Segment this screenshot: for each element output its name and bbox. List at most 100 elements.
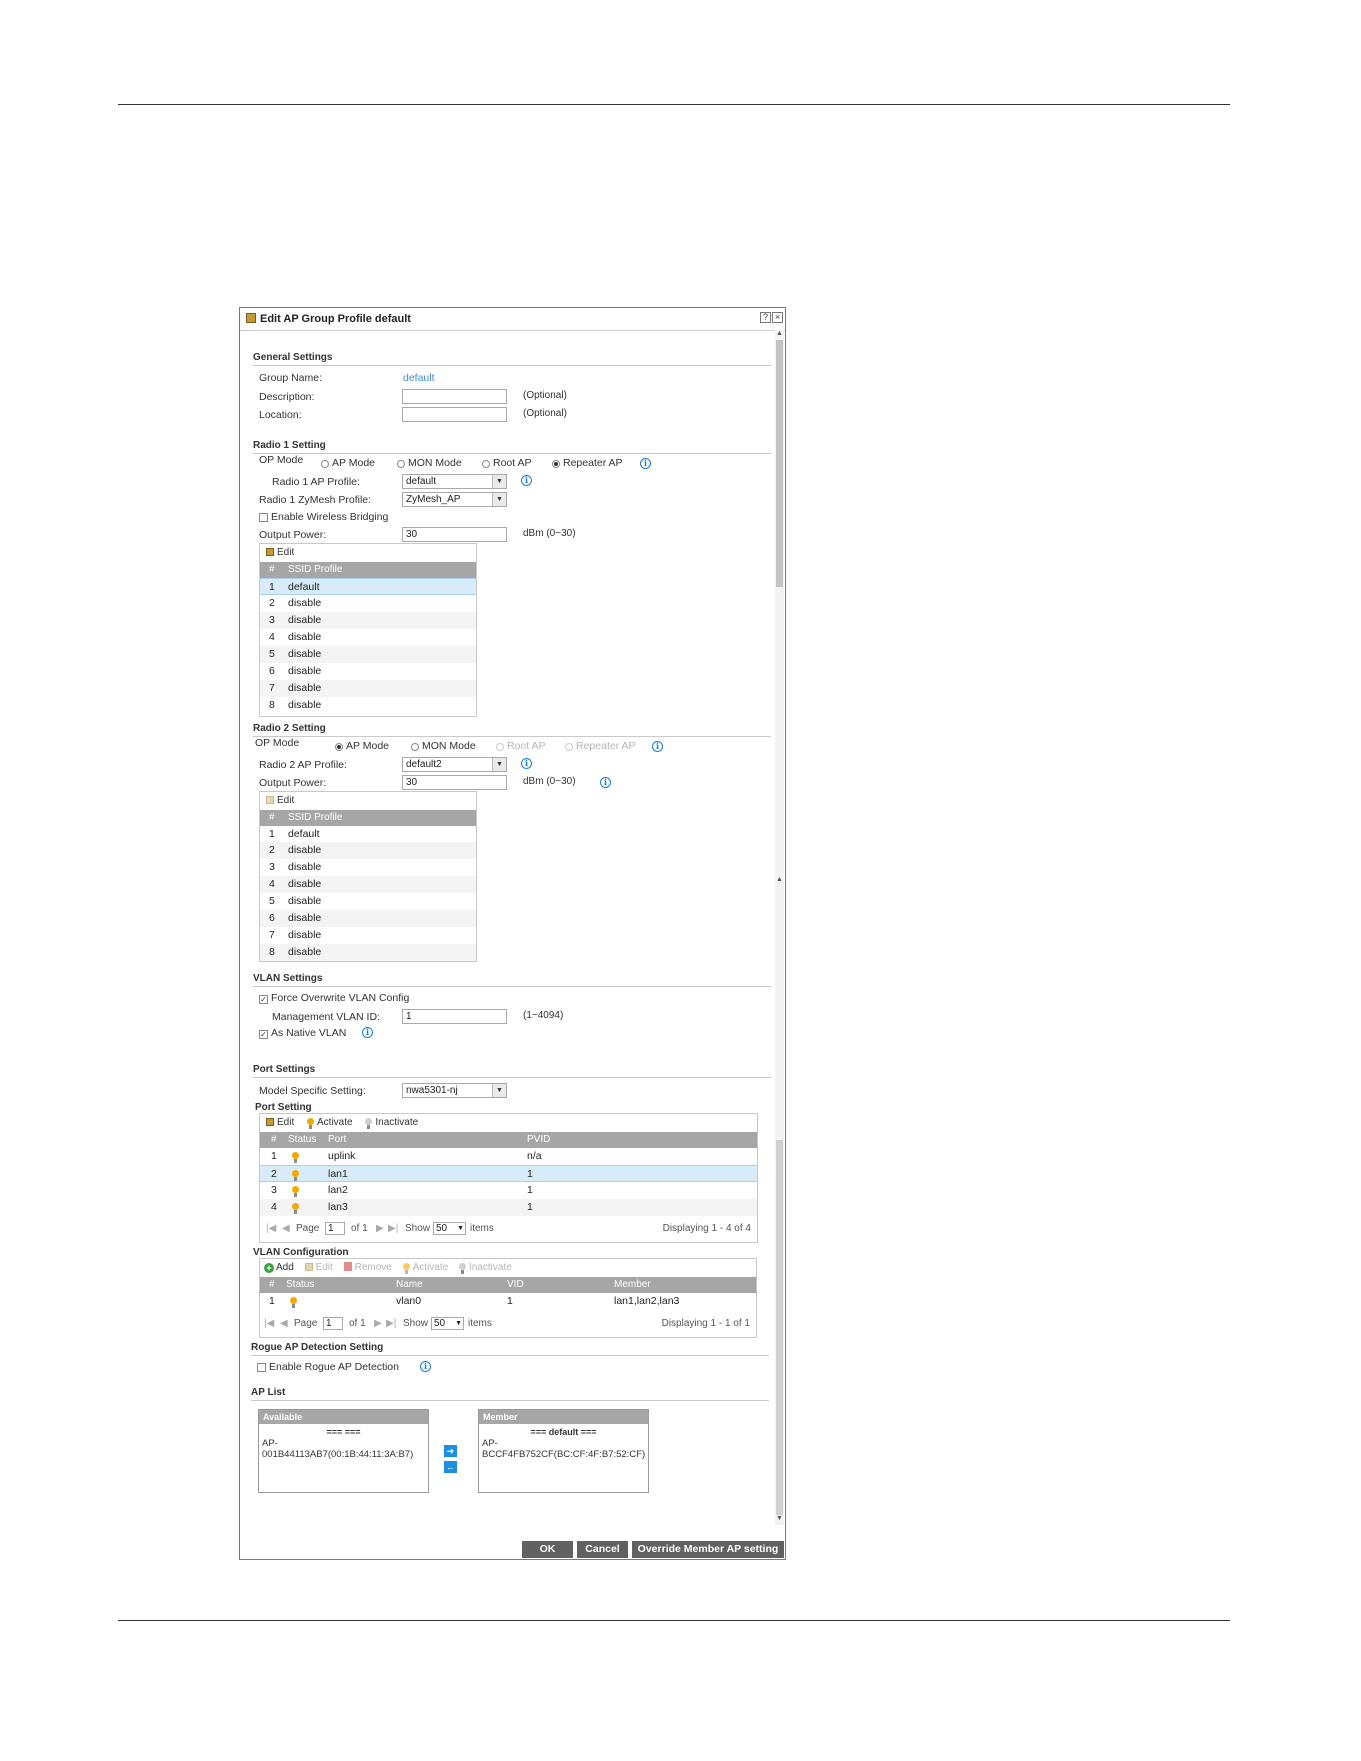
first-page-icon[interactable]: |◀	[264, 1318, 274, 1329]
vlan-inactivate-button[interactable]: Inactivate	[458, 1262, 512, 1274]
radio2-repeater-ap-radio[interactable]	[565, 743, 573, 751]
radio1-ap-mode-radio[interactable]	[321, 460, 329, 468]
radio1-repeater-ap-radio[interactable]	[552, 460, 560, 468]
table-row[interactable]: 5 disable	[260, 646, 476, 663]
page-size-select[interactable]: 50 ▼	[433, 1222, 466, 1235]
radio2-ap-profile-select[interactable]: default2 ▼	[402, 757, 507, 772]
row-num: 2	[271, 1168, 277, 1180]
last-page-icon[interactable]: ▶|	[386, 1318, 396, 1329]
bulb-on-icon	[292, 1152, 299, 1163]
radio1-output-power-field[interactable]: 30	[402, 527, 507, 542]
dialog-scrollbar[interactable]: ▲ ▲ ▼	[775, 330, 784, 1525]
vlan-edit-button[interactable]: Edit	[304, 1262, 333, 1273]
page-input[interactable]: 1	[323, 1317, 343, 1330]
table-row[interactable]: 2 disable	[260, 595, 476, 612]
radio2-edit-button[interactable]: Edit	[266, 795, 294, 806]
info-icon[interactable]: i	[640, 458, 651, 469]
table-row[interactable]: 4 lan3 1	[260, 1199, 757, 1216]
info-icon[interactable]: i	[521, 758, 532, 769]
member-item-1[interactable]: AP-	[482, 1438, 498, 1449]
table-row[interactable]: 1 default	[260, 826, 476, 843]
row-num: 6	[269, 912, 275, 924]
last-page-icon[interactable]: ▶|	[388, 1223, 398, 1234]
row-ssid: disable	[288, 699, 322, 711]
help-icon[interactable]: ?	[760, 312, 771, 323]
table-row[interactable]: 5 disable	[260, 893, 476, 910]
radio2-root-ap-radio[interactable]	[496, 743, 504, 751]
first-page-icon[interactable]: |◀	[266, 1223, 276, 1234]
row-vid: 1	[507, 1295, 513, 1307]
cancel-button[interactable]: Cancel	[577, 1541, 628, 1558]
port-activate-button[interactable]: Activate	[307, 1117, 353, 1129]
edit-icon	[304, 1263, 313, 1271]
member-item-2[interactable]: BCCF4FB752CF(BC:CF:4F:B7:52:CF)	[482, 1449, 645, 1460]
table-row[interactable]: 3 lan2 1	[260, 1182, 757, 1199]
remove-from-member-button[interactable]: ←	[444, 1461, 457, 1473]
table-row[interactable]: 3 disable	[260, 612, 476, 629]
radio2-ap-mode-radio[interactable]	[335, 743, 343, 751]
available-item-1[interactable]: AP-	[262, 1438, 278, 1449]
override-member-button[interactable]: Override Member AP setting	[632, 1541, 784, 1558]
table-row[interactable]: 4 disable	[260, 629, 476, 646]
vlan-add-button[interactable]: + Add	[264, 1262, 294, 1273]
port-edit-button[interactable]: Edit	[266, 1117, 294, 1128]
native-vlan-checkbox[interactable]: ✓	[259, 1030, 268, 1039]
table-row[interactable]: 1 vlan0 1 lan1,lan2,lan3	[260, 1293, 756, 1310]
radio1-ap-profile-select[interactable]: default ▼	[402, 474, 507, 489]
vlan-activate-button[interactable]: Activate	[402, 1262, 448, 1274]
member-ap-list[interactable]: Member === default === AP- BCCF4FB752CF(…	[478, 1409, 649, 1493]
vlan-remove-button[interactable]: Remove	[343, 1262, 392, 1273]
table-row[interactable]: 8 disable	[260, 944, 476, 961]
model-setting-select[interactable]: nwa5301-nj ▼	[402, 1083, 507, 1098]
add-to-member-button[interactable]: ➔	[444, 1445, 457, 1457]
ok-button[interactable]: OK	[522, 1541, 573, 1558]
row-ssid: disable	[288, 844, 322, 856]
description-field[interactable]	[402, 389, 507, 404]
radio1-edit-button[interactable]: Edit	[266, 547, 294, 558]
info-icon[interactable]: i	[652, 741, 663, 752]
rogue-ap-checkbox[interactable]	[257, 1363, 266, 1372]
radio1-zymesh-select[interactable]: ZyMesh_AP ▼	[402, 492, 507, 507]
col-num: #	[271, 1134, 277, 1145]
next-page-icon[interactable]: ▶	[374, 1318, 382, 1329]
radio1-mon-mode-radio[interactable]	[397, 460, 405, 468]
page-input[interactable]: 1	[325, 1222, 345, 1235]
table-row[interactable]: 4 disable	[260, 876, 476, 893]
scroll-up-icon[interactable]: ▲	[776, 330, 783, 337]
radio1-root-ap-radio[interactable]	[482, 460, 490, 468]
table-row[interactable]: 7 disable	[260, 680, 476, 697]
radio2-output-power-field[interactable]: 30	[402, 775, 507, 790]
prev-page-icon[interactable]: ◀	[280, 1318, 288, 1329]
location-field[interactable]	[402, 407, 507, 422]
table-row[interactable]: 3 disable	[260, 859, 476, 876]
table-row[interactable]: 2 lan1 1	[260, 1165, 757, 1182]
available-item-2[interactable]: 001B44113AB7(00:1B:44:11:3A:B7)	[262, 1449, 413, 1460]
row-num: 5	[269, 895, 275, 907]
table-row[interactable]: 7 disable	[260, 927, 476, 944]
radio2-mon-mode-radio[interactable]	[411, 743, 419, 751]
info-icon[interactable]: i	[362, 1027, 373, 1038]
force-overwrite-checkbox[interactable]: ✓	[259, 995, 268, 1004]
info-icon[interactable]: i	[420, 1361, 431, 1372]
port-inactivate-button[interactable]: Inactivate	[365, 1117, 418, 1129]
radio1-ssid-header: # SSID Profile	[260, 562, 476, 578]
close-icon[interactable]: ×	[772, 312, 783, 323]
wireless-bridging-checkbox[interactable]	[259, 513, 268, 522]
port-activate-label: Activate	[317, 1117, 353, 1128]
table-row[interactable]: 6 disable	[260, 663, 476, 680]
page-size-select[interactable]: 50 ▼	[431, 1317, 464, 1330]
scroll-down-icon[interactable]: ▼	[776, 1515, 783, 1522]
available-ap-list[interactable]: Available === === AP- 001B44113AB7(00:1B…	[258, 1409, 429, 1493]
next-page-icon[interactable]: ▶	[376, 1223, 384, 1234]
table-row[interactable]: 1 default	[260, 578, 476, 595]
table-row[interactable]: 8 disable	[260, 697, 476, 714]
prev-page-icon[interactable]: ◀	[282, 1223, 290, 1234]
table-row[interactable]: 6 disable	[260, 910, 476, 927]
table-row[interactable]: 1 uplink n/a	[260, 1148, 757, 1165]
info-icon[interactable]: i	[600, 777, 611, 788]
table-row[interactable]: 2 disable	[260, 842, 476, 859]
mgmt-vlan-field[interactable]: 1	[402, 1009, 507, 1024]
scroll-thumb[interactable]	[776, 340, 783, 587]
mgmt-vlan-label: Management VLAN ID:	[272, 1011, 380, 1023]
info-icon[interactable]: i	[521, 475, 532, 486]
